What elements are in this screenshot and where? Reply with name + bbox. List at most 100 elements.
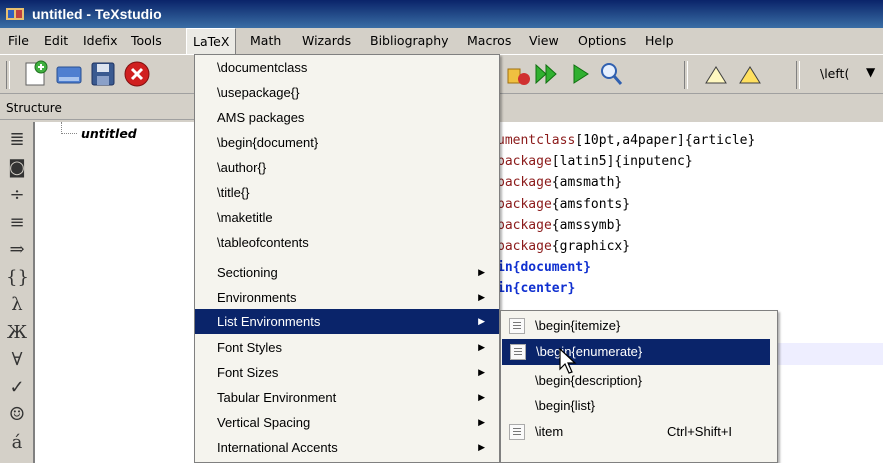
texstudio-app-icon[interactable] xyxy=(6,6,24,22)
chevron-down-icon[interactable]: ▼ xyxy=(866,65,875,79)
list-environment-icon xyxy=(509,318,525,334)
implies-icon[interactable]: ⇒ xyxy=(6,238,28,262)
latex-menu-item[interactable]: International Accents ▶ xyxy=(195,435,499,460)
code-line[interactable]: in{document} xyxy=(497,260,591,281)
menu-math[interactable]: Math xyxy=(250,28,281,54)
code-token: [10pt,a4paper]{article} xyxy=(575,133,756,148)
code-token: package xyxy=(497,175,552,191)
open-file-icon[interactable] xyxy=(54,59,84,89)
braces-icon[interactable]: {} xyxy=(6,266,29,290)
list-submenu-item[interactable]: \item Ctrl+Shift+I xyxy=(501,419,777,445)
code-line[interactable]: package[latin5]{inputenc} xyxy=(497,154,693,175)
menu-item-label: \documentclass xyxy=(217,60,308,75)
code-token: package xyxy=(497,196,552,212)
latex-menu-item[interactable]: \begin{document} xyxy=(195,130,499,155)
toolbar-grip xyxy=(6,61,10,89)
menu-view[interactable]: View xyxy=(529,28,559,54)
submenu-item-label: \begin{list} xyxy=(535,398,595,413)
code-line[interactable]: package{amsmath} xyxy=(497,175,622,196)
menu-file[interactable]: File xyxy=(8,28,29,54)
toolbar-separator xyxy=(684,61,688,89)
code-token: {graphicx} xyxy=(551,239,631,254)
menu-options[interactable]: Options xyxy=(578,28,626,54)
submenu-item-label: \begin{description} xyxy=(535,373,642,388)
menu-item-label: \maketitle xyxy=(217,210,273,225)
menu-item-label: \author{} xyxy=(217,160,267,175)
submenu-arrow-icon: ▶ xyxy=(478,417,485,427)
list-environment-icon xyxy=(509,424,525,440)
latex-menu-item[interactable]: \maketitle xyxy=(195,205,499,230)
cyrillic-icon[interactable]: Ж xyxy=(6,321,28,345)
submenu-arrow-icon: ▶ xyxy=(478,267,485,277)
menu-item-label: Vertical Spacing xyxy=(217,415,311,430)
menu-bibliography[interactable]: Bibliography xyxy=(370,28,449,54)
submenu-arrow-icon: ▶ xyxy=(478,367,485,377)
latex-dropdown-menu: \documentclass \usepackage{} AMS packages \… xyxy=(194,54,500,463)
save-icon[interactable] xyxy=(88,59,118,89)
menu-wizards[interactable]: Wizards xyxy=(302,28,351,54)
new-file-icon[interactable] xyxy=(20,59,50,89)
latex-menu-item[interactable]: AMS packages xyxy=(195,105,499,130)
list-environments-submenu: \begin{itemize} \begin{enumerate} \begin{d… xyxy=(500,310,778,463)
menu-idefix[interactable]: Idefix xyxy=(83,28,118,54)
view-search-icon[interactable] xyxy=(596,59,626,89)
latex-menu-item[interactable]: \title{} xyxy=(195,180,499,205)
latex-menu-item[interactable]: \usepackage{} xyxy=(195,80,499,105)
code-token: {amsfonts} xyxy=(551,196,631,212)
menu-latex[interactable]: LaTeX xyxy=(186,28,237,54)
list-environment-icon xyxy=(510,344,526,360)
menu-item-label: AMS packages xyxy=(217,110,305,125)
equiv-icon[interactable]: ≡ xyxy=(6,211,28,235)
menu-help[interactable]: Help xyxy=(645,28,674,54)
code-line[interactable]: umentclass[10pt,a4paper]{article} xyxy=(497,133,755,154)
code-line[interactable]: package{amssymb} xyxy=(497,218,622,239)
code-line[interactable]: package{amsfonts} xyxy=(497,197,630,218)
menu-macros[interactable]: Macros xyxy=(467,28,511,54)
latex-menu-item[interactable]: Tabular Environment ▶ xyxy=(195,385,499,410)
code-token: package xyxy=(497,154,552,170)
submenu-arrow-icon: ▶ xyxy=(478,316,485,326)
bookmark-clear-icon[interactable] xyxy=(504,59,534,89)
left-paren-combo[interactable]: \left( xyxy=(820,66,849,81)
menu-item-label: Font Sizes xyxy=(217,365,279,380)
menu-edit[interactable]: Edit xyxy=(44,28,68,54)
compile-icon[interactable] xyxy=(566,59,596,89)
list-submenu-item[interactable]: \begin{description} xyxy=(501,368,777,394)
code-line[interactable]: in{center} xyxy=(497,281,575,302)
list-submenu-item[interactable]: \begin{enumerate} xyxy=(502,339,770,365)
code-line[interactable]: package{graphicx} xyxy=(497,239,630,260)
latex-menu-item[interactable]: Environments ▶ xyxy=(195,285,499,310)
tree-connector xyxy=(61,122,77,134)
close-document-icon[interactable] xyxy=(122,59,152,89)
check-icon[interactable]: ✓ xyxy=(6,376,28,400)
divide-icon[interactable]: ÷ xyxy=(6,183,28,207)
menu-item-label: \title{} xyxy=(217,185,250,200)
bookmark-icon[interactable]: ◙ xyxy=(6,156,28,180)
list-submenu-item[interactable]: \begin{list} xyxy=(501,393,777,419)
math-delim-alt-icon[interactable] xyxy=(736,59,766,89)
latex-menu-item[interactable]: \tableofcontents xyxy=(195,230,499,255)
accent-icon[interactable]: á xyxy=(6,431,28,455)
list-submenu-item[interactable]: \begin{itemize} xyxy=(501,313,777,339)
list-icon[interactable]: ≣ xyxy=(6,128,28,152)
latex-menu-item[interactable]: Font Sizes ▶ xyxy=(195,360,499,385)
menu-item-label: Tabular Environment xyxy=(217,390,337,405)
submenu-item-label: \begin{enumerate} xyxy=(536,344,643,359)
build-and-view-icon[interactable] xyxy=(532,59,562,89)
lambda-icon[interactable]: λ xyxy=(6,293,28,317)
latex-menu-item[interactable]: Font Styles ▶ xyxy=(195,335,499,360)
latex-menu-item[interactable]: Vertical Spacing ▶ xyxy=(195,410,499,435)
title-bar: untitled - TeXstudio xyxy=(0,0,883,28)
smiley-icon[interactable]: ☺ xyxy=(6,403,28,427)
submenu-item-label: \begin{itemize} xyxy=(535,318,621,333)
latex-menu-item[interactable]: Sectioning ▶ xyxy=(195,260,499,285)
math-delim-icon[interactable] xyxy=(702,59,732,89)
tree-root-untitled[interactable]: untitled xyxy=(81,126,137,141)
menu-item-label: List Environments xyxy=(217,314,321,329)
forall-icon[interactable]: ∀ xyxy=(6,348,28,372)
latex-menu-item[interactable]: List Environments ▶ xyxy=(195,309,499,334)
latex-menu-item[interactable]: \author{} xyxy=(195,155,499,180)
menu-tools[interactable]: Tools xyxy=(131,28,162,54)
structure-panel-title: Structure xyxy=(0,96,195,120)
latex-menu-item[interactable]: \documentclass xyxy=(195,55,499,80)
